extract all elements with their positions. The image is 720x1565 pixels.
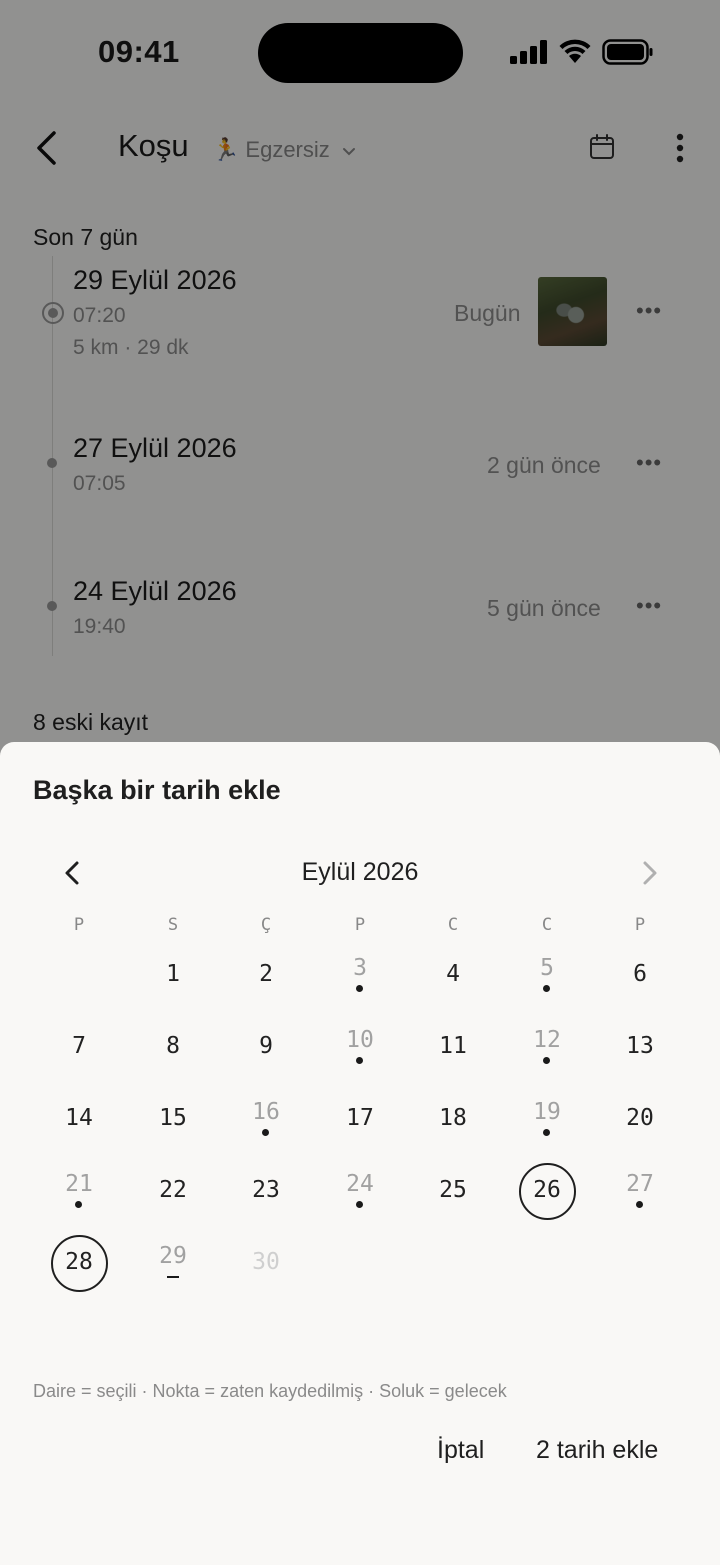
day-number: 20 xyxy=(626,1105,654,1131)
logged-indicator-dot xyxy=(543,1129,550,1136)
logged-indicator-dot xyxy=(543,985,550,992)
day-number: 22 xyxy=(159,1177,187,1203)
day-number: 4 xyxy=(446,961,460,987)
calendar-day[interactable]: 29 xyxy=(143,1233,203,1293)
logged-indicator-dot xyxy=(543,1057,550,1064)
day-number: 3 xyxy=(353,955,367,981)
logged-indicator-dot xyxy=(636,1201,643,1208)
day-number: 9 xyxy=(259,1033,273,1059)
calendar-day[interactable]: 20 xyxy=(610,1089,670,1149)
day-number: 8 xyxy=(166,1033,180,1059)
calendar-day[interactable]: 27 xyxy=(610,1161,670,1221)
weekday-label: C xyxy=(541,915,553,935)
day-number: 6 xyxy=(633,961,647,987)
legend-text: Daire = seçili · Nokta = zaten kaydedilm… xyxy=(33,1381,507,1401)
today-indicator xyxy=(167,1276,179,1278)
day-number: 26 xyxy=(533,1177,561,1203)
day-number: 30 xyxy=(252,1249,280,1275)
add-dates-button[interactable]: 2 tarih ekle xyxy=(536,1436,658,1465)
weekday-label: C xyxy=(447,915,459,935)
day-number: 12 xyxy=(533,1027,561,1053)
logged-indicator-dot xyxy=(262,1129,269,1136)
weekday-label: P xyxy=(73,915,85,935)
day-number: 23 xyxy=(252,1177,280,1203)
next-month-button[interactable] xyxy=(634,858,664,888)
calendar-day[interactable]: 24 xyxy=(330,1161,390,1221)
calendar-day[interactable]: 6 xyxy=(610,945,670,1005)
day-number: 15 xyxy=(159,1105,187,1131)
calendar-day[interactable]: 19 xyxy=(517,1089,577,1149)
day-number: 25 xyxy=(439,1177,467,1203)
day-number: 17 xyxy=(346,1105,374,1131)
calendar-day[interactable]: 11 xyxy=(423,1017,483,1077)
day-number: 13 xyxy=(626,1033,654,1059)
calendar-day[interactable]: 12 xyxy=(517,1017,577,1077)
calendar-day[interactable]: 7 xyxy=(49,1017,109,1077)
logged-indicator-dot xyxy=(356,1201,363,1208)
calendar-day[interactable]: 5 xyxy=(517,945,577,1005)
calendar-day[interactable]: 26 xyxy=(517,1161,577,1221)
calendar-day[interactable]: 17 xyxy=(330,1089,390,1149)
day-number: 5 xyxy=(540,955,554,981)
calendar-day[interactable]: 16 xyxy=(236,1089,296,1149)
day-number: 27 xyxy=(626,1171,654,1197)
day-number: 11 xyxy=(439,1033,467,1059)
day-number: 14 xyxy=(65,1105,93,1131)
calendar-day[interactable]: 28 xyxy=(49,1233,109,1293)
calendar-day[interactable]: 8 xyxy=(143,1017,203,1077)
calendar-day[interactable]: 10 xyxy=(330,1017,390,1077)
calendar-day[interactable]: 14 xyxy=(49,1089,109,1149)
weekday-label: P xyxy=(354,915,366,935)
calendar-day[interactable]: 3 xyxy=(330,945,390,1005)
logged-indicator-dot xyxy=(356,985,363,992)
day-number: 7 xyxy=(72,1033,86,1059)
day-number: 24 xyxy=(346,1171,374,1197)
calendar-day[interactable]: 22 xyxy=(143,1161,203,1221)
calendar-day[interactable]: 15 xyxy=(143,1089,203,1149)
weekday-label: P xyxy=(634,915,646,935)
weekday-label: S xyxy=(167,915,179,935)
day-number: 19 xyxy=(533,1099,561,1125)
cancel-button[interactable]: İptal xyxy=(437,1436,484,1465)
day-number: 28 xyxy=(65,1249,93,1275)
day-number: 29 xyxy=(159,1243,187,1269)
day-number: 10 xyxy=(346,1027,374,1053)
calendar-day[interactable]: 4 xyxy=(423,945,483,1005)
calendar-day[interactable]: 25 xyxy=(423,1161,483,1221)
calendar-day[interactable]: 18 xyxy=(423,1089,483,1149)
day-number: 2 xyxy=(259,961,273,987)
day-number: 16 xyxy=(252,1099,280,1125)
calendar-day: 30 xyxy=(236,1233,296,1293)
sheet-title: Başka bir tarih ekle xyxy=(33,775,281,805)
calendar-day[interactable]: 9 xyxy=(236,1017,296,1077)
day-number: 18 xyxy=(439,1105,467,1131)
day-number: 1 xyxy=(166,961,180,987)
calendar-day[interactable]: 2 xyxy=(236,945,296,1005)
calendar-day[interactable]: 21 xyxy=(49,1161,109,1221)
month-label: Eylül 2026 xyxy=(301,858,419,886)
calendar-day[interactable]: 1 xyxy=(143,945,203,1005)
calendar-day[interactable]: 13 xyxy=(610,1017,670,1077)
calendar-day[interactable]: 23 xyxy=(236,1161,296,1221)
logged-indicator-dot xyxy=(356,1057,363,1064)
day-number: 21 xyxy=(65,1171,93,1197)
weekday-label: Ç xyxy=(260,915,272,935)
logged-indicator-dot xyxy=(75,1201,82,1208)
